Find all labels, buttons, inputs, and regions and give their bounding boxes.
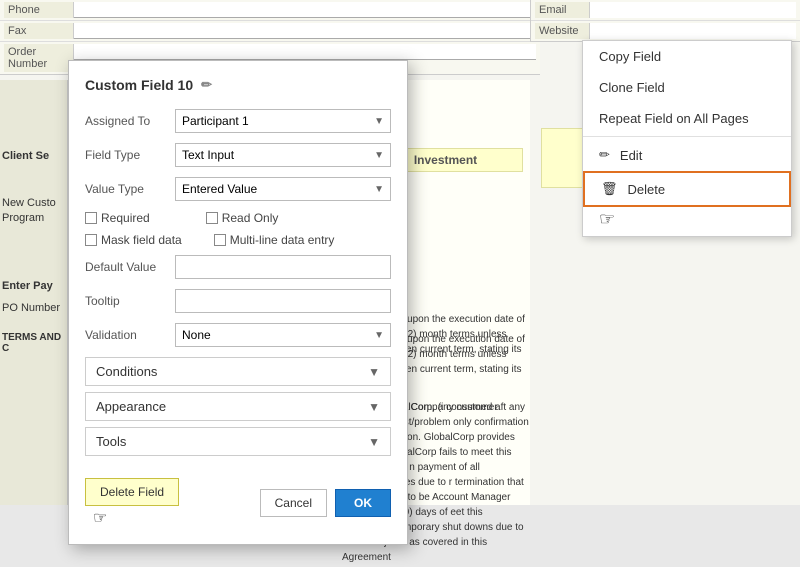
terms-left-label: TERMS AND C [0,330,67,356]
appearance-section[interactable]: Appearance ▼ [85,392,391,421]
copy-field-label: Copy Field [599,49,661,64]
order-number-input[interactable] [74,44,536,60]
validation-select[interactable]: None ▼ [175,323,391,347]
conditions-section[interactable]: Conditions ▼ [85,357,391,386]
field-type-arrow: ▼ [374,150,384,161]
repeat-field-item[interactable]: Repeat Field on All Pages [583,103,791,134]
order-number-label: Order Number [4,44,74,72]
hand-cursor-icon: ☞ [93,508,107,528]
clone-field-label: Clone Field [599,80,665,95]
field-type-group: Field Type Text Input ▼ [85,143,391,167]
assigned-to-label: Assigned To [85,114,175,128]
po-number-label: PO Number [0,300,67,316]
required-checkbox[interactable]: Required [85,211,150,225]
cancel-button[interactable]: Cancel [260,489,327,517]
default-value-input[interactable] [175,255,391,279]
appearance-arrow: ▼ [368,400,380,414]
tools-section[interactable]: Tools ▼ [85,427,391,456]
tooltip-input[interactable] [175,289,391,313]
context-menu: Copy Field Clone Field Repeat Field on A… [582,40,792,237]
delete-field-button[interactable]: Delete Field [85,478,179,506]
website-input[interactable] [590,23,796,39]
read-only-checkbox[interactable]: Read Only [206,211,279,225]
edit-icon[interactable]: ✏ [201,77,212,93]
fax-input[interactable] [74,23,536,39]
checkboxes-row1: Required Read Only [85,211,391,225]
delete-cursor-icon: ☞ [599,209,615,230]
delete-menu-icon: 🗑 [601,181,618,197]
delete-label: Delete [628,182,666,197]
mask-field-checkbox[interactable]: Mask field data [85,233,182,247]
button-group: Cancel OK [260,489,391,517]
tooltip-group: Tooltip [85,289,391,313]
edit-item[interactable]: ✏ Edit [583,139,791,171]
conditions-arrow: ▼ [368,365,380,379]
value-type-select[interactable]: Entered Value ▼ [175,177,391,201]
field-type-select[interactable]: Text Input ▼ [175,143,391,167]
multi-line-checkbox-box [214,234,226,246]
multi-line-checkbox[interactable]: Multi-line data entry [214,233,335,247]
modal-title-text: Custom Field 10 [85,77,193,93]
fax-label: Fax [4,23,74,39]
validation-label: Validation [85,328,175,342]
required-checkbox-box [85,212,97,224]
default-value-group: Default Value [85,255,391,279]
email-label: Email [535,2,590,18]
tooltip-label: Tooltip [85,294,175,308]
assigned-to-select[interactable]: Participant 1 ▼ [175,109,391,133]
right-top-fields: Email Website [530,0,800,42]
validation-arrow: ▼ [374,330,384,341]
menu-divider [583,136,791,137]
modal-footer: Delete Field ☞ Cancel OK [85,468,391,528]
enter-pay-label: Enter Pay [0,278,67,294]
tools-arrow: ▼ [368,435,380,449]
phone-label: Phone [4,2,74,18]
repeat-field-label: Repeat Field on All Pages [599,111,749,126]
phone-input[interactable] [74,2,536,18]
program-label: Program [0,210,67,226]
default-value-label: Default Value [85,260,175,274]
checkboxes-row2: Mask field data Multi-line data entry [85,233,391,247]
assigned-to-arrow: ▼ [374,116,384,127]
edit-label: Edit [620,148,642,163]
ok-button[interactable]: OK [335,489,391,517]
email-input[interactable] [590,2,796,18]
left-panel: Client Se New Custo Program Enter Pay PO… [0,80,68,505]
clone-field-item[interactable]: Clone Field [583,72,791,103]
copy-field-item[interactable]: Copy Field [583,41,791,72]
value-type-arrow: ▼ [374,184,384,195]
value-type-label: Value Type [85,182,175,196]
field-type-label: Field Type [85,148,175,162]
read-only-checkbox-box [206,212,218,224]
mask-field-checkbox-box [85,234,97,246]
assigned-to-group: Assigned To Participant 1 ▼ [85,109,391,133]
edit-menu-icon: ✏ [599,147,610,163]
value-type-group: Value Type Entered Value ▼ [85,177,391,201]
client-section-label: Client Se [0,148,67,164]
website-label: Website [535,23,590,39]
modal-title-row: Custom Field 10 ✏ [85,77,391,93]
modal-dialog: Custom Field 10 ✏ Assigned To Participan… [68,60,408,545]
validation-group: Validation None ▼ [85,323,391,347]
new-customer-label: New Custo [0,195,67,211]
delete-item[interactable]: 🗑 Delete [583,171,791,207]
